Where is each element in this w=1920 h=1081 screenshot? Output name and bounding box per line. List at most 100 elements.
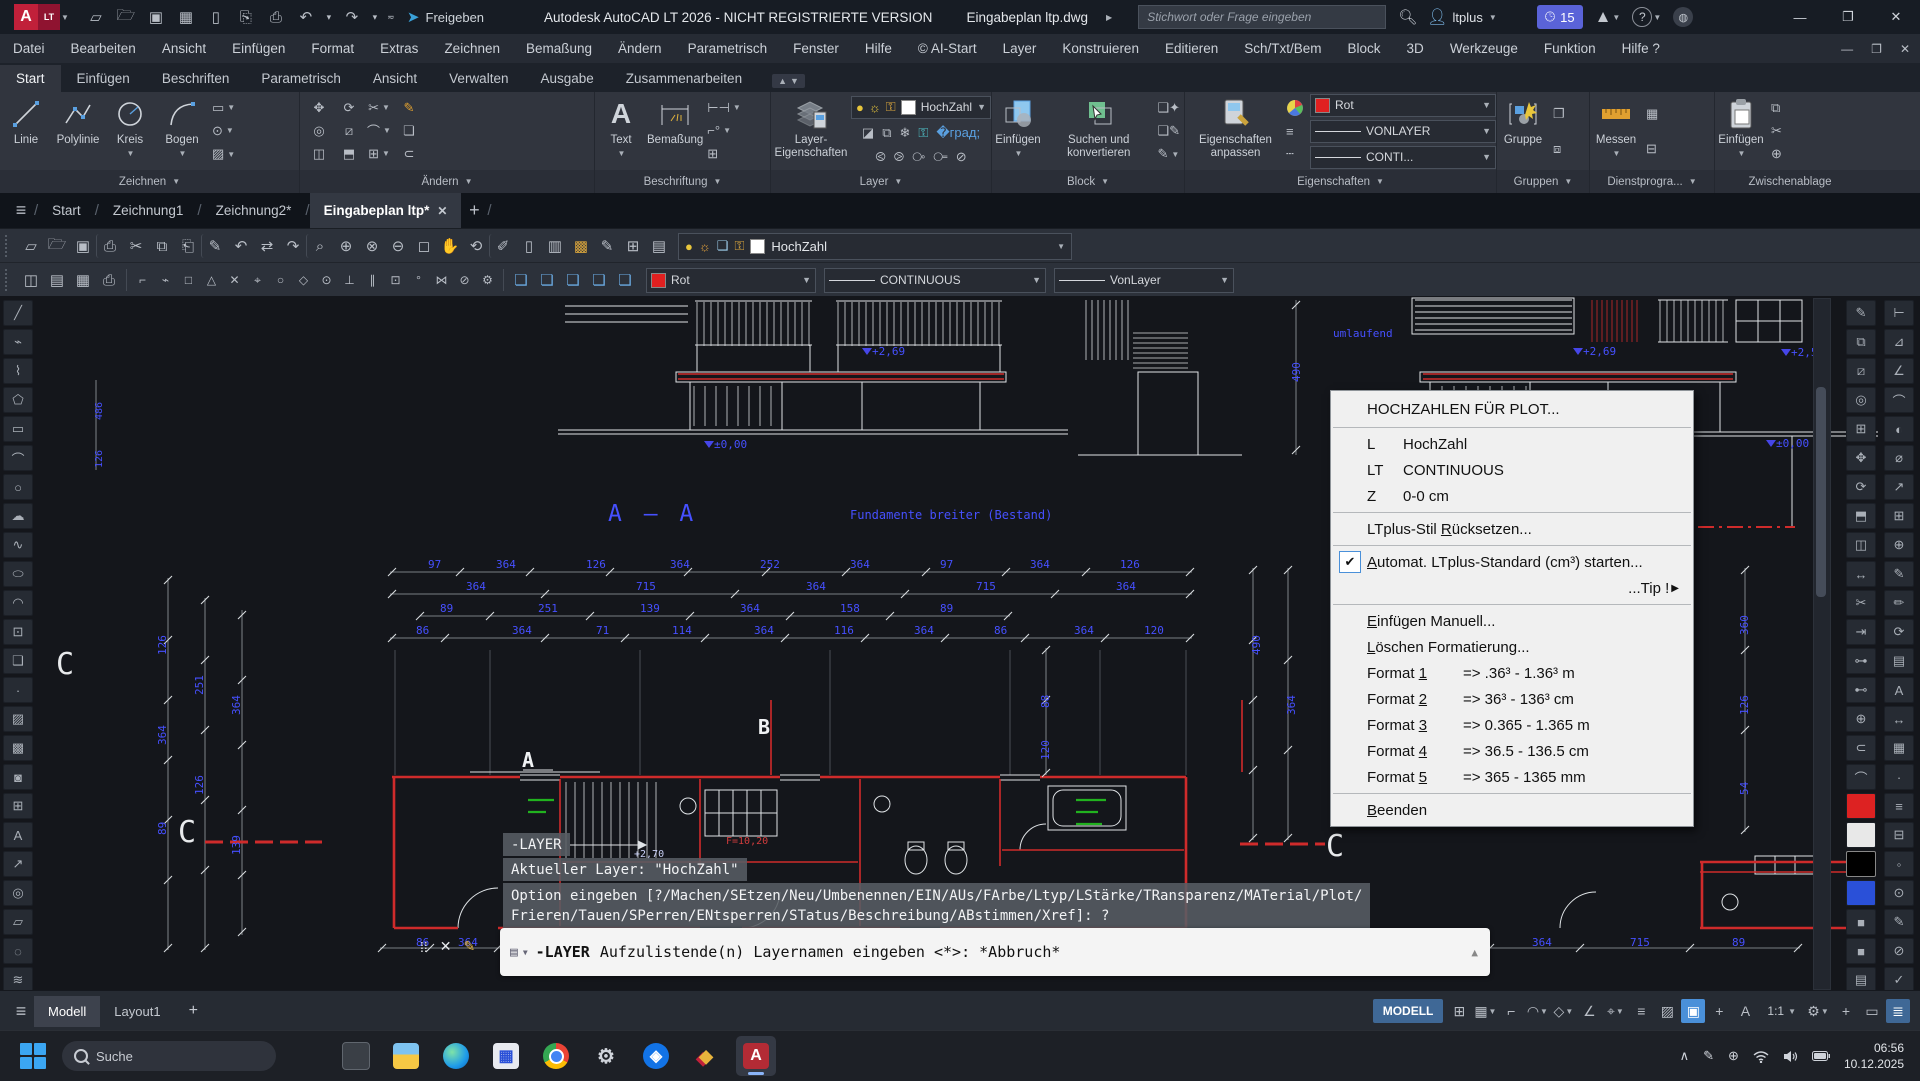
layer-freeze-icon[interactable]: ❄︎ [900,123,911,143]
layout1-tab[interactable]: Layout1 [100,996,174,1027]
panel-label-dienstprogramme[interactable]: Dienstprogra...▼ [1590,170,1715,193]
layout-menu-icon[interactable]: ≡ [8,999,34,1023]
intersection-icon[interactable]: ✕ [223,268,246,292]
model-tab[interactable]: Modell [34,996,100,1027]
model-space-indicator[interactable]: MODELL [1373,999,1444,1023]
erase-icon[interactable]: ✎ [1846,300,1876,326]
ribbon-tab-ausgabe[interactable]: Ausgabe [524,65,609,92]
open-from-mobile-icon[interactable]: ▯ [203,5,229,29]
publish-icon[interactable]: ⎘ [233,5,259,29]
polygon-icon[interactable]: ⬠ [3,387,33,413]
window-icon[interactable]: ◫ [18,268,44,292]
match-properties-icon[interactable]: ✎ [201,234,228,258]
print-icon[interactable]: ⎙ [96,234,123,258]
line-tool[interactable]: Linie [0,93,52,169]
feedback-icon[interactable]: ◍ [1673,7,1693,27]
ellipse-icon[interactable]: ⬭ [3,561,33,587]
menu-item-14[interactable]: Layer [990,36,1050,61]
layer-walk-icon[interactable]: ⧂ [912,147,925,167]
clean-screen-icon[interactable]: ▭ [1860,999,1884,1023]
rotate-icon[interactable]: ⟳ [1846,474,1876,500]
snap-mode-icon[interactable]: ▦▼ [1473,999,1497,1023]
lengthen-icon[interactable]: ↔ [1846,561,1876,587]
help-icon[interactable]: ? [1632,7,1652,27]
center-icon[interactable]: ○ [269,268,292,292]
dim-linear-icon[interactable]: ⊢⊣▼ [707,98,741,118]
layer-match-icon[interactable]: ⧀ [875,147,885,167]
mtext-icon[interactable]: A [3,822,33,848]
table-icon[interactable]: ⊞ [620,234,646,258]
node-icon[interactable]: ° [407,268,430,292]
panel-label-layer[interactable]: Layer▼ [771,170,992,193]
lineweight-icon[interactable]: ≡ [1629,999,1653,1023]
polyline-icon[interactable]: ⌇ [3,358,33,384]
ribbon-tab-ansicht[interactable]: Ansicht [357,65,433,92]
context-menu-item-l-schen-formatierung[interactable]: Löschen Formatierung... [1331,634,1693,660]
chamfer-icon[interactable]: ⊂ [1846,735,1876,761]
menu-item-20[interactable]: Werkzeuge [1437,36,1531,61]
vertical-scrollbar[interactable] [1813,298,1831,990]
menu-item-11[interactable]: Fenster [780,36,852,61]
block-attrib-icon[interactable]: ✎▼ [1157,144,1180,164]
color-swatch-white[interactable] [1846,822,1876,848]
taskbar-file-explorer[interactable] [386,1036,426,1076]
layer-off-icon[interactable]: ❏ [612,268,638,292]
context-menu-item-automat-ltplus-standard-cm-starten[interactable]: ✔Automat. LTplus-Standard (cm³) starten.… [1331,549,1693,575]
menu-item-4[interactable]: Einfügen [219,36,298,61]
menu-item-13[interactable]: © AI-Start [905,36,990,61]
ellipse-arc-icon[interactable]: ◠ [3,590,33,616]
copy-clip-icon[interactable]: ⧉ [1771,98,1782,118]
toolbar-color-combo[interactable]: Rot ▼ [646,268,816,293]
ribbon-tab-start[interactable]: Start [0,65,61,92]
menu-item-8[interactable]: Bemaßung [513,36,605,61]
toolbar-lineweight-combo[interactable]: VonLayer ▼ [1054,268,1234,293]
qleader-icon[interactable]: ↗ [1884,474,1914,500]
toolbar2-grip[interactable] [5,269,13,291]
tray-pen-icon[interactable]: ✎ [1703,1048,1714,1064]
array-tool-icon[interactable]: ⊞▼ [368,144,390,164]
hatch-icon[interactable]: ▨ [3,706,33,732]
graphics-performance-icon[interactable]: ≣ [1886,999,1910,1023]
menu-item-12[interactable]: Hilfe [852,36,905,61]
match-properties-button[interactable]: Eigenschaften anpassen [1185,93,1286,169]
grid-icon[interactable]: ⊞ [1447,999,1471,1023]
doc-close-button[interactable]: ✕ [1900,42,1910,56]
insert-icon[interactable]: ⊡ [384,268,407,292]
styles-icon[interactable]: ▥ [542,234,568,258]
osnap-settings-icon[interactable]: ⚙ [476,268,499,292]
revcloud-icon[interactable]: ☁ [3,503,33,529]
ribbon-collapse-button[interactable]: ▲ ▼ [772,74,805,88]
new-file-icon[interactable]: ▱ [83,5,109,29]
explode-icon[interactable]: ■ [1846,938,1876,964]
polyline-tool[interactable]: Polylinie [52,93,104,169]
pan-icon[interactable]: ✋ [437,234,463,258]
menu-item-6[interactable]: Extras [367,36,431,61]
context-menu-item-lt[interactable]: LTCONTINUOUS [1331,457,1693,483]
color-swatch-blue[interactable] [1846,880,1876,906]
scale-icon[interactable]: ⬒ [1846,503,1876,529]
help-caret-icon[interactable]: ▼ [1653,13,1661,22]
rectangle-tool-icon[interactable]: ▭ ▼ [212,98,235,118]
trial-days-badge[interactable]: 🕒︎ 15 [1537,5,1583,29]
dim-text-edit-icon[interactable]: ✏ [1884,590,1914,616]
ribbon-color-combo[interactable]: Rot ▼ [1310,94,1496,117]
taskbar-compass-app[interactable]: ◈ [636,1036,676,1076]
command-customize-wrench-icon[interactable]: ▤ [510,945,518,960]
command-customize-icon[interactable]: ✎ [464,938,476,955]
quickcalc-icon[interactable]: ⊟ [1646,139,1658,159]
explode-tool-icon[interactable]: ❏ [403,121,415,141]
restore-button[interactable]: ❐ [1824,0,1872,34]
file-tab-4[interactable]: Eingabeplan ltp*✕ [310,193,462,228]
point-style-icon[interactable]: ◦ [1884,851,1914,877]
context-menu-item-einf-gen-manuell[interactable]: Einfügen Manuell... [1331,608,1693,634]
undo-icon[interactable]: ↶ [293,5,319,29]
gradient-icon[interactable]: ▩ [3,735,33,761]
taskbar-autocad[interactable]: A [736,1036,776,1076]
ribbon-tab-beschriften[interactable]: Beschriften [146,65,246,92]
save-icon[interactable]: ▣ [70,234,96,258]
open-icon[interactable]: 🗁 [44,234,70,258]
panel-label-block[interactable]: Block▼ [992,170,1185,193]
menu-item-7[interactable]: Zeichnen [431,36,513,61]
context-menu-item-z[interactable]: Z0-0 cm [1331,483,1693,509]
redo-icon[interactable]: ↷ [280,234,306,258]
